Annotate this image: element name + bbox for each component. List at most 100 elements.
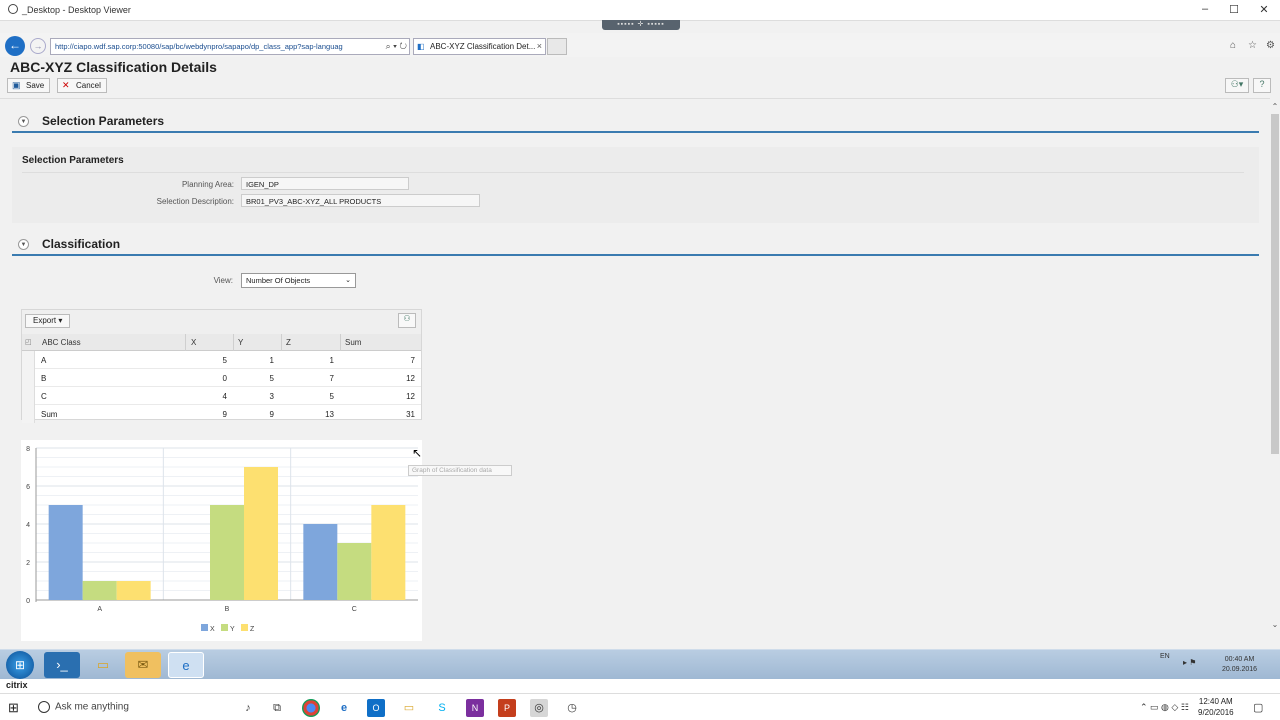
- settings-gear-icon[interactable]: ⚙: [1266, 40, 1275, 51]
- skype-icon[interactable]: S: [433, 699, 451, 717]
- new-tab-button[interactable]: [547, 38, 567, 55]
- cell: 31: [406, 410, 415, 419]
- favorites-star-icon[interactable]: ☆: [1248, 40, 1257, 51]
- internet-explorer-icon[interactable]: e: [168, 652, 204, 678]
- view-dropdown[interactable]: Number Of Objects ⌄: [241, 273, 356, 288]
- row-selector[interactable]: [22, 387, 35, 405]
- system-time: 12:40 AM: [1198, 697, 1233, 706]
- language-indicator[interactable]: EN: [1160, 653, 1170, 660]
- close-button[interactable]: ✕: [1257, 3, 1271, 16]
- table-row[interactable]: A 5 1 1 7: [22, 351, 421, 369]
- x-tick-label: A: [97, 606, 102, 613]
- table-row[interactable]: C 4 3 5 12: [22, 387, 421, 405]
- export-button[interactable]: Export ▾: [25, 314, 71, 328]
- table-row[interactable]: B 0 5 7 12: [22, 369, 421, 387]
- row-selector[interactable]: [22, 351, 35, 369]
- cell: 1: [269, 356, 274, 365]
- chrome-icon[interactable]: [302, 699, 320, 717]
- y-tick-label: 2: [26, 560, 30, 567]
- sticky-notes-icon[interactable]: ✉: [125, 652, 161, 678]
- cortana-search-box[interactable]: Ask me anything: [38, 701, 129, 713]
- legend-swatch-y: [221, 624, 228, 631]
- column-header[interactable]: Y: [238, 338, 243, 347]
- bar-y-c: [337, 543, 372, 600]
- legend-label: Z: [250, 626, 255, 633]
- cell: 7: [410, 356, 415, 365]
- file-explorer-icon[interactable]: ▭: [400, 699, 418, 717]
- cancel-button[interactable]: ✕ Cancel: [57, 78, 107, 93]
- cell: 9: [222, 410, 227, 419]
- export-label: Export: [33, 316, 57, 325]
- search-refresh-icon[interactable]: ⌕ ▾ ↻: [386, 41, 407, 52]
- window-title: _Desktop - Desktop Viewer: [22, 5, 131, 15]
- column-header[interactable]: Sum: [345, 338, 361, 347]
- column-separator: [233, 334, 234, 351]
- windows-start-orb-icon[interactable]: ⊞: [6, 651, 34, 679]
- table-row[interactable]: Sum 9 9 13 31: [22, 405, 421, 423]
- row-selector[interactable]: [22, 405, 35, 423]
- column-header[interactable]: Z: [286, 338, 291, 347]
- select-all-icon[interactable]: ◰: [25, 338, 32, 346]
- minimize-button[interactable]: –: [1198, 3, 1212, 15]
- citrix-logo: citrix: [6, 680, 28, 690]
- chart-tooltip: Graph of Classification data: [408, 465, 512, 476]
- classification-chart[interactable]: 0 2 4 6 8 A B C X Y Z: [21, 440, 422, 641]
- browser-tab[interactable]: ◧ ABC-XYZ Classification Det... ×: [413, 38, 546, 55]
- windows-logo-icon[interactable]: ⊞: [8, 700, 19, 716]
- clock-app-icon[interactable]: ◷: [563, 699, 581, 717]
- tray-icons[interactable]: ▸ ⚑: [1183, 658, 1196, 667]
- action-center-icon[interactable]: ▢: [1253, 701, 1263, 714]
- collapse-toggle-icon[interactable]: ▼: [18, 116, 29, 127]
- legend-swatch-x: [201, 624, 208, 631]
- cortana-circle-icon: [38, 701, 50, 713]
- microphone-icon[interactable]: ♪: [239, 699, 257, 717]
- citrix-receiver-icon[interactable]: ◎: [530, 699, 548, 717]
- column-header[interactable]: ABC Class: [42, 338, 81, 347]
- home-icon[interactable]: ⌂: [1230, 40, 1236, 51]
- outlook-icon[interactable]: O: [367, 699, 385, 717]
- cancel-label: Cancel: [76, 81, 101, 90]
- save-button[interactable]: ▣ Save: [7, 78, 51, 93]
- maximize-button[interactable]: ☐: [1227, 3, 1241, 16]
- classification-section-header[interactable]: ▼ Classification: [12, 234, 1259, 256]
- citrix-toolbar-handle[interactable]: ▪▪▪▪▪ ✛ ▪▪▪▪▪: [602, 20, 680, 30]
- powerpoint-icon[interactable]: P: [498, 699, 516, 717]
- system-clock[interactable]: 12:40 AM 9/20/2016: [1198, 696, 1234, 718]
- system-tray-icons[interactable]: ⌃ ▭ ◍ ◇ ☷: [1140, 702, 1189, 713]
- y-tick-label: 4: [26, 522, 30, 529]
- remote-clock[interactable]: 00:40 AM 20.09.2016: [1222, 655, 1257, 675]
- edge-icon[interactable]: e: [335, 699, 353, 717]
- tab-label: ABC-XYZ Classification Det...: [430, 42, 536, 51]
- citrix-app-icon: [8, 4, 18, 14]
- page-title: ABC-XYZ Classification Details: [10, 59, 217, 75]
- cell: 12: [406, 392, 415, 401]
- column-header[interactable]: X: [191, 338, 196, 347]
- selection-panel: Selection Parameters Planning Area: IGEN…: [12, 147, 1259, 223]
- row-selector[interactable]: [22, 369, 35, 387]
- help-button[interactable]: ?: [1253, 78, 1271, 93]
- onenote-icon[interactable]: N: [466, 699, 484, 717]
- planning-area-field[interactable]: IGEN_DP: [241, 177, 409, 190]
- page-scrollbar[interactable]: ⌃ ⌄: [1270, 100, 1280, 636]
- planning-area-label: Planning Area:: [181, 180, 234, 189]
- tab-close-icon[interactable]: ×: [537, 41, 542, 51]
- powershell-icon[interactable]: ›_: [44, 652, 80, 678]
- search-placeholder: Ask me anything: [55, 701, 129, 713]
- y-tick-label: 8: [26, 446, 30, 453]
- address-bar[interactable]: http://ciapo.wdf.sap.corp:50080/sap/bc/w…: [50, 38, 410, 55]
- forward-button[interactable]: →: [30, 38, 46, 54]
- scroll-down-icon[interactable]: ⌄: [1270, 620, 1280, 629]
- view-value: Number Of Objects: [246, 276, 311, 285]
- file-explorer-icon[interactable]: ▭: [85, 652, 121, 678]
- system-date: 9/20/2016: [1198, 708, 1234, 717]
- cell: Sum: [41, 410, 58, 419]
- task-view-icon[interactable]: ⧉: [268, 699, 286, 717]
- back-button[interactable]: ←: [5, 36, 25, 56]
- collapse-toggle-icon[interactable]: ▼: [18, 239, 29, 250]
- selection-section-header[interactable]: ▼ Selection Parameters: [12, 111, 1259, 133]
- scroll-thumb[interactable]: [1271, 114, 1279, 454]
- table-settings-icon[interactable]: ⚇: [398, 313, 416, 328]
- selection-description-field[interactable]: BR01_PV3_ABC-XYZ_ALL PRODUCTS: [241, 194, 480, 207]
- personalize-button[interactable]: ⚇▾: [1225, 78, 1249, 93]
- scroll-up-icon[interactable]: ⌃: [1270, 102, 1280, 111]
